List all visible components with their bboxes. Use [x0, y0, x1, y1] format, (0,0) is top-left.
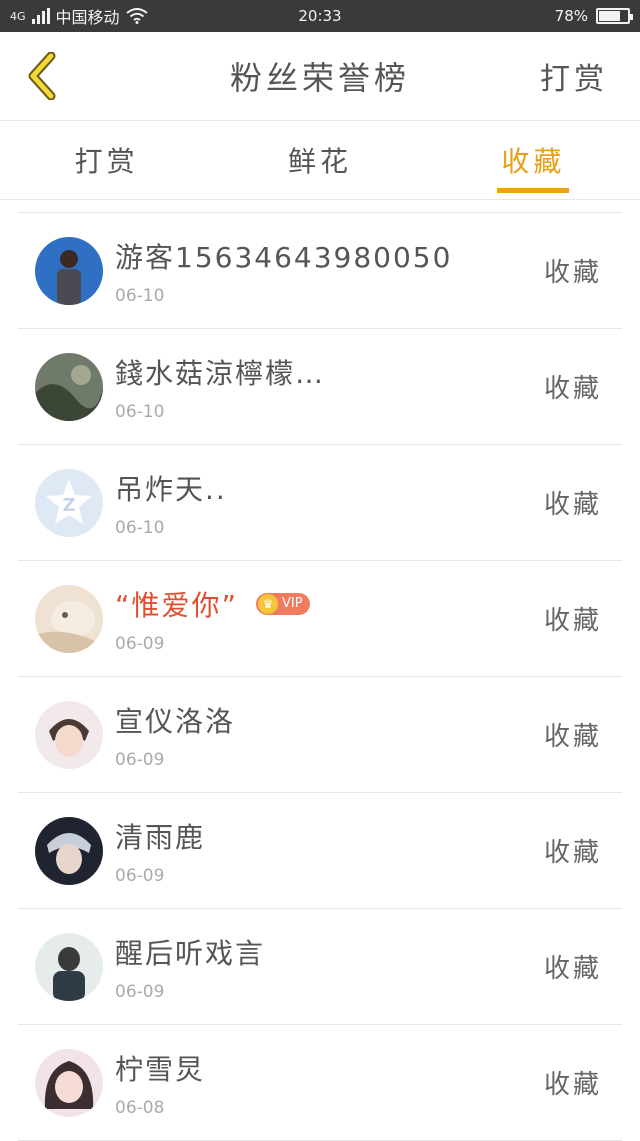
item-info: 柠雪炅 06-08	[115, 1025, 205, 1140]
battery-percent: 78%	[554, 7, 588, 25]
item-info: 宣仪洛洛 06-09	[115, 677, 235, 792]
list-item[interactable]: 柠雪炅 06-08 收藏	[18, 1025, 622, 1141]
favorite-label: 收藏	[543, 1070, 602, 1100]
list-item[interactable]: 宣仪洛洛 06-09 收藏	[18, 677, 622, 793]
favorite-label: 收藏	[543, 606, 602, 636]
avatar	[35, 1048, 103, 1117]
item-info: 清雨鹿 06-09	[115, 793, 205, 908]
tab-bar: 打赏 鲜花 收藏	[0, 121, 640, 200]
tab-label: 打赏	[74, 145, 139, 178]
header: 粉丝荣誉榜 打赏	[0, 32, 640, 121]
signal-icon	[31, 8, 50, 24]
avatar: Z	[35, 468, 103, 537]
list-item[interactable]: 錢水菇涼檸檬… 06-10 收藏	[18, 329, 622, 445]
svg-text:Z: Z	[62, 495, 75, 516]
item-date: 06-09	[115, 981, 165, 1002]
user-name: 吊炸天..	[115, 472, 227, 506]
favorite-label: 收藏	[543, 490, 602, 520]
list-item[interactable]: Z 吊炸天.. 06-10 收藏	[18, 445, 622, 561]
avatar	[35, 816, 103, 885]
vip-badge: ♛ VIP	[256, 592, 310, 615]
tab-label: 收藏	[501, 145, 566, 178]
user-name: 柠雪炅	[115, 1052, 206, 1086]
network-indicator: 4G	[10, 9, 26, 23]
avatar	[35, 236, 103, 305]
favorite-label: 收藏	[543, 838, 602, 868]
item-info: 錢水菇涼檸檬… 06-10	[115, 329, 325, 444]
avatar	[35, 584, 103, 653]
status-left: 4G 中国移动	[10, 4, 148, 28]
item-date: 06-09	[115, 749, 165, 770]
list-item[interactable]: “惟爱你” ♛ VIP 06-09 收藏	[18, 561, 622, 677]
carrier-name: 中国移动	[55, 8, 120, 27]
user-name: 錢水菇涼檸檬…	[115, 356, 326, 390]
tab-reward[interactable]: 打赏	[0, 121, 213, 199]
favorite-label: 收藏	[543, 374, 602, 404]
active-tab-indicator	[497, 188, 570, 193]
user-name: 宣仪洛洛	[115, 704, 236, 738]
battery-icon	[596, 8, 633, 24]
list-item[interactable]: 清雨鹿 06-09 收藏	[18, 793, 622, 909]
avatar	[35, 700, 103, 769]
list-item[interactable]: 游客15634643980050 06-10 收藏	[18, 213, 622, 329]
tab-flowers[interactable]: 鲜花	[213, 121, 426, 199]
favorite-label: 收藏	[543, 258, 602, 288]
tab-label: 鲜花	[287, 145, 352, 178]
fan-list: 游客15634643980050 06-10 收藏 錢水菇涼檸檬… 06-10 …	[18, 212, 622, 1141]
tab-favorites[interactable]: 收藏	[427, 121, 640, 199]
wifi-icon	[125, 8, 148, 24]
item-date: 06-10	[115, 401, 165, 422]
list-item[interactable]: 醒后听戏言 06-09 收藏	[18, 909, 622, 1025]
vip-label: VIP	[282, 596, 303, 611]
item-info: 吊炸天.. 06-10	[115, 445, 227, 560]
crown-icon: ♛	[258, 593, 279, 614]
item-date: 06-09	[115, 633, 165, 654]
item-info: “惟爱你” ♛ VIP 06-09	[115, 561, 310, 676]
item-date: 06-10	[115, 517, 165, 538]
user-name: 醒后听戏言	[115, 936, 266, 970]
chevron-left-icon	[28, 52, 56, 100]
item-date: 06-09	[115, 865, 165, 886]
reward-button[interactable]: 打赏	[540, 54, 608, 98]
favorite-label: 收藏	[543, 954, 602, 984]
favorite-label: 收藏	[543, 722, 602, 752]
status-right: 78%	[554, 7, 633, 25]
item-date: 06-08	[115, 1097, 165, 1118]
back-button[interactable]	[12, 46, 72, 106]
user-name: “惟爱你”	[115, 588, 239, 622]
user-name: 游客15634643980050	[115, 240, 453, 274]
item-info: 醒后听戏言 06-09	[115, 909, 265, 1024]
item-date: 06-10	[115, 285, 165, 306]
item-info: 游客15634643980050 06-10	[115, 213, 452, 328]
avatar	[35, 932, 103, 1001]
avatar	[35, 352, 103, 421]
battery-fill	[599, 11, 621, 21]
user-name: 清雨鹿	[115, 820, 206, 854]
status-bar: 4G 中国移动 20:33 78%	[0, 0, 640, 32]
